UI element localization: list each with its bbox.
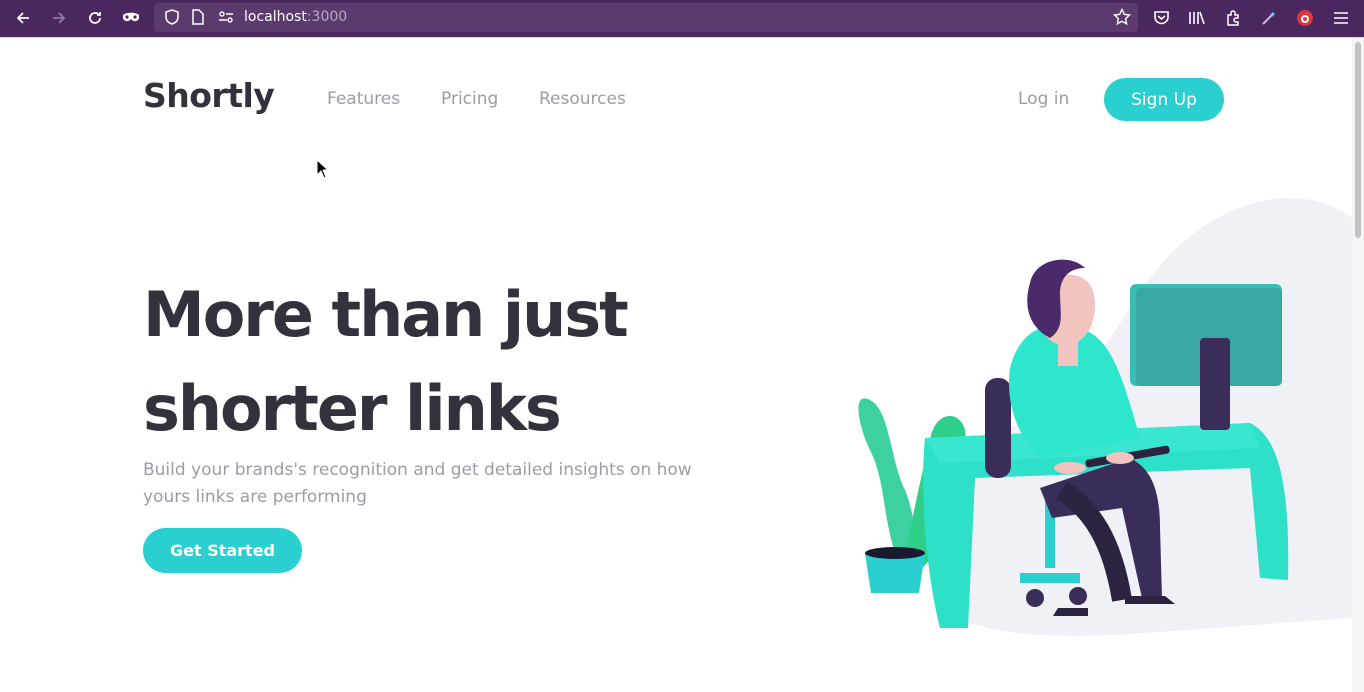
addon-icon[interactable] [1293, 6, 1317, 30]
url-bar[interactable]: localhost:3000 [154, 3, 1138, 32]
hero-title-line2: shorter links [143, 372, 562, 445]
eyedropper-icon[interactable] [1257, 6, 1281, 30]
private-browsing-icon [119, 6, 143, 30]
get-started-button[interactable]: Get Started [143, 528, 302, 573]
mouse-cursor-icon [316, 159, 330, 179]
nav-pricing[interactable]: Pricing [441, 89, 498, 109]
bookmark-star-icon[interactable] [1110, 5, 1134, 29]
permissions-icon[interactable] [214, 5, 238, 29]
vertical-scrollbar[interactable] [1352, 38, 1364, 692]
login-link[interactable]: Log in [1018, 89, 1069, 109]
hero-title: More than just shorter links [143, 268, 763, 456]
page-icon [186, 5, 210, 29]
hero-title-line1: More than just [143, 278, 629, 351]
scrollbar-thumb[interactable] [1355, 42, 1361, 238]
forward-icon[interactable] [47, 6, 71, 30]
hero-subtitle: Build your brands's recognition and get … [143, 460, 692, 507]
extensions-icon[interactable] [1221, 6, 1245, 30]
pocket-icon[interactable] [1149, 6, 1173, 30]
shield-icon[interactable] [160, 5, 184, 29]
working-illustration [858, 198, 1352, 636]
menu-icon[interactable] [1329, 6, 1353, 30]
back-icon[interactable] [11, 6, 35, 30]
browser-toolbar: localhost:3000 [0, 0, 1364, 37]
page-viewport: Shortly Features Pricing Resources Log i… [0, 38, 1352, 692]
nav-features[interactable]: Features [327, 89, 400, 109]
reload-icon[interactable] [83, 6, 107, 30]
url-text[interactable]: localhost:3000 [244, 9, 347, 25]
site-logo[interactable]: Shortly [143, 76, 275, 115]
library-icon[interactable] [1185, 6, 1209, 30]
signup-button[interactable]: Sign Up [1104, 78, 1224, 121]
nav-resources[interactable]: Resources [539, 89, 626, 109]
